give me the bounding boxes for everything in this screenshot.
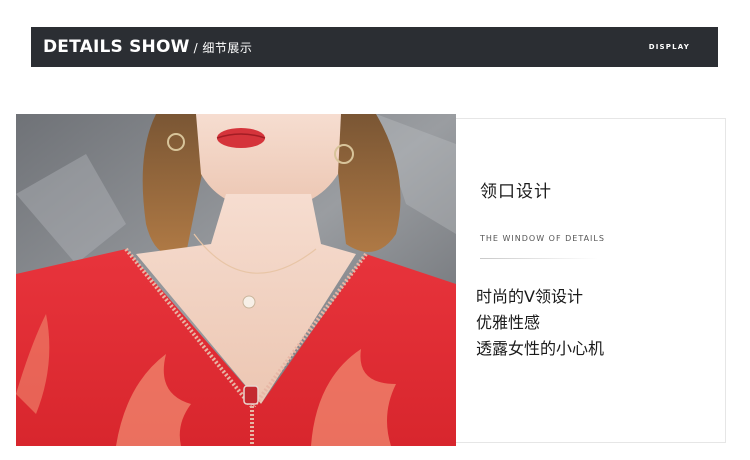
detail-card: 领口设计 THE WINDOW OF DETAILS 时尚的V领设计 优雅性感 … — [456, 118, 726, 443]
detail-line: 时尚的V领设计 — [476, 287, 583, 306]
detail-divider — [480, 258, 598, 259]
banner-title: DETAILS SHOW — [43, 37, 190, 57]
banner-display-label: DISPLAY — [648, 43, 690, 51]
detail-subtitle: THE WINDOW OF DETAILS — [480, 234, 605, 243]
detail-line: 透露女性的小心机 — [476, 339, 605, 358]
banner-subtitle: / 细节展示 — [193, 40, 253, 55]
model-photo-illustration — [16, 114, 456, 446]
details-banner: DETAILS SHOW / 细节展示 DISPLAY — [31, 27, 718, 67]
product-detail-photo — [16, 114, 456, 446]
detail-description: 时尚的V领设计 优雅性感 透露女性的小心机 — [476, 284, 604, 362]
detail-line: 优雅性感 — [476, 313, 541, 332]
detail-title: 领口设计 — [480, 182, 552, 202]
